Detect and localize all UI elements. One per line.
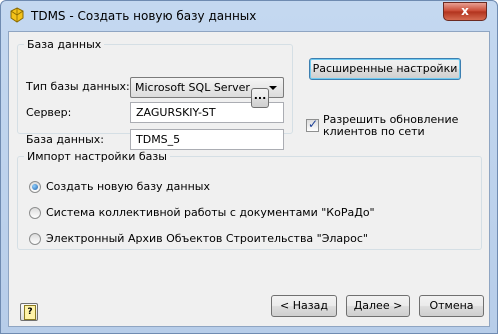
cancel-button[interactable]: Отмена — [419, 295, 484, 317]
option-elaros-label: Электронный Архив Объектов Строительства… — [46, 232, 368, 245]
db-name-label: База данных: — [26, 133, 105, 146]
next-button[interactable]: Далее > — [346, 295, 410, 317]
help-icon: ? — [24, 305, 36, 320]
dialog-window: TDMS - Создать новую базу данных x База … — [0, 0, 498, 334]
help-button[interactable]: ? — [20, 303, 38, 321]
database-group: База данных Тип базы данных: Microsoft S… — [17, 38, 293, 150]
database-group-legend: База данных — [27, 38, 102, 51]
chevron-down-icon — [269, 86, 277, 90]
db-name-input[interactable]: TDMS_5 — [130, 129, 284, 150]
title-bar[interactable]: TDMS - Создать новую базу данных x — [1, 1, 497, 31]
db-type-label: Тип базы данных: — [26, 80, 130, 93]
import-group: Импорт настройки базы Создать новую базу… — [17, 150, 482, 250]
server-value: ZAGURSKIY-ST — [136, 106, 216, 119]
import-group-legend: Импорт настройки базы — [27, 150, 167, 163]
db-name-value: TDMS_5 — [136, 133, 181, 146]
server-browse-button[interactable]: ... — [251, 88, 269, 108]
option-new-database-label: Создать новую базу данных — [46, 180, 210, 193]
radio-elaros[interactable] — [29, 233, 41, 245]
network-update-label: Разрешить обновление клиентов по сети — [323, 113, 459, 138]
db-type-value: Microsoft SQL Server — [135, 81, 250, 94]
close-icon: x — [461, 4, 469, 18]
server-label: Сервер: — [26, 106, 72, 119]
advanced-settings-button[interactable]: Расширенные настройки — [309, 58, 461, 80]
back-button[interactable]: < Назад — [271, 295, 337, 317]
close-button[interactable]: x — [443, 2, 487, 21]
option-korado-label: Система коллективной работы с документам… — [46, 206, 375, 219]
tdms-app-icon — [10, 7, 24, 23]
dialog-body: База данных Тип базы данных: Microsoft S… — [8, 31, 490, 327]
network-update-checkbox[interactable] — [306, 117, 319, 132]
window-title: TDMS - Создать новую базу данных — [31, 9, 257, 23]
radio-new-database[interactable] — [29, 181, 41, 193]
radio-korado[interactable] — [29, 207, 41, 219]
